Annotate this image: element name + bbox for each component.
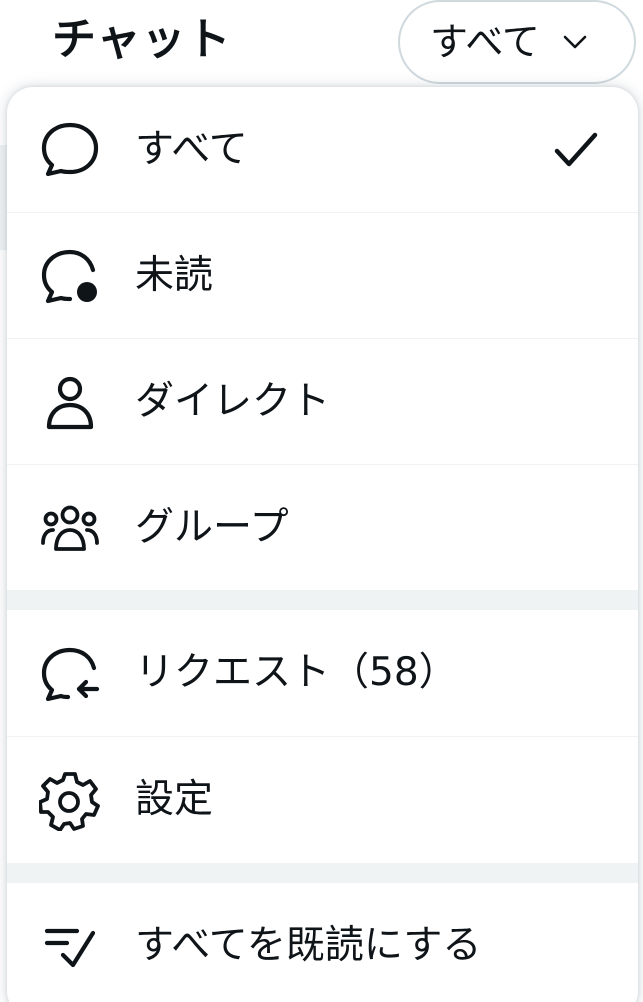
filter-dropdown-label: すべて: [430, 20, 540, 64]
gear-icon: [38, 768, 102, 832]
group-icon: [38, 496, 102, 560]
person-icon: [38, 370, 102, 434]
filter-dropdown-button[interactable]: すべて: [398, 0, 636, 84]
unread-chat-icon: [38, 244, 102, 308]
chevron-down-icon: [560, 27, 590, 57]
menu-item-label: すべて: [135, 126, 248, 172]
menu-item-mark-all-read[interactable]: すべてを既読にする: [7, 883, 638, 1002]
menu-item-settings[interactable]: 設定: [7, 737, 638, 862]
menu-section-separator: [7, 590, 638, 610]
menu-section-separator: [7, 863, 638, 883]
page-title: チャット: [52, 14, 232, 65]
checkmark-icon: [554, 132, 598, 166]
chat-page: チャット すべて すべて 未読 ダイレクト グループ リクエスト（58） 設定 …: [0, 0, 643, 1002]
menu-item-direct[interactable]: ダイレクト: [7, 339, 638, 464]
menu-item-label: すべてを既読にする: [135, 922, 482, 968]
menu-item-label: 未読: [135, 252, 214, 298]
menu-item-label: 設定: [135, 776, 214, 822]
menu-item-label: リクエスト（58）: [135, 649, 458, 695]
menu-item-requests[interactable]: リクエスト（58）: [7, 610, 638, 735]
menu-item-label: ダイレクト: [135, 378, 331, 424]
menu-item-unread[interactable]: 未読: [7, 213, 638, 338]
filter-menu: すべて 未読 ダイレクト グループ リクエスト（58） 設定 すべてを既読にする: [7, 87, 638, 1002]
mark-read-icon: [38, 914, 102, 978]
request-chat-icon: [38, 641, 102, 705]
menu-item-group[interactable]: グループ: [7, 465, 638, 590]
chat-bubble-icon: [38, 118, 102, 182]
menu-item-label: グループ: [135, 504, 289, 550]
menu-item-all[interactable]: すべて: [7, 87, 638, 212]
